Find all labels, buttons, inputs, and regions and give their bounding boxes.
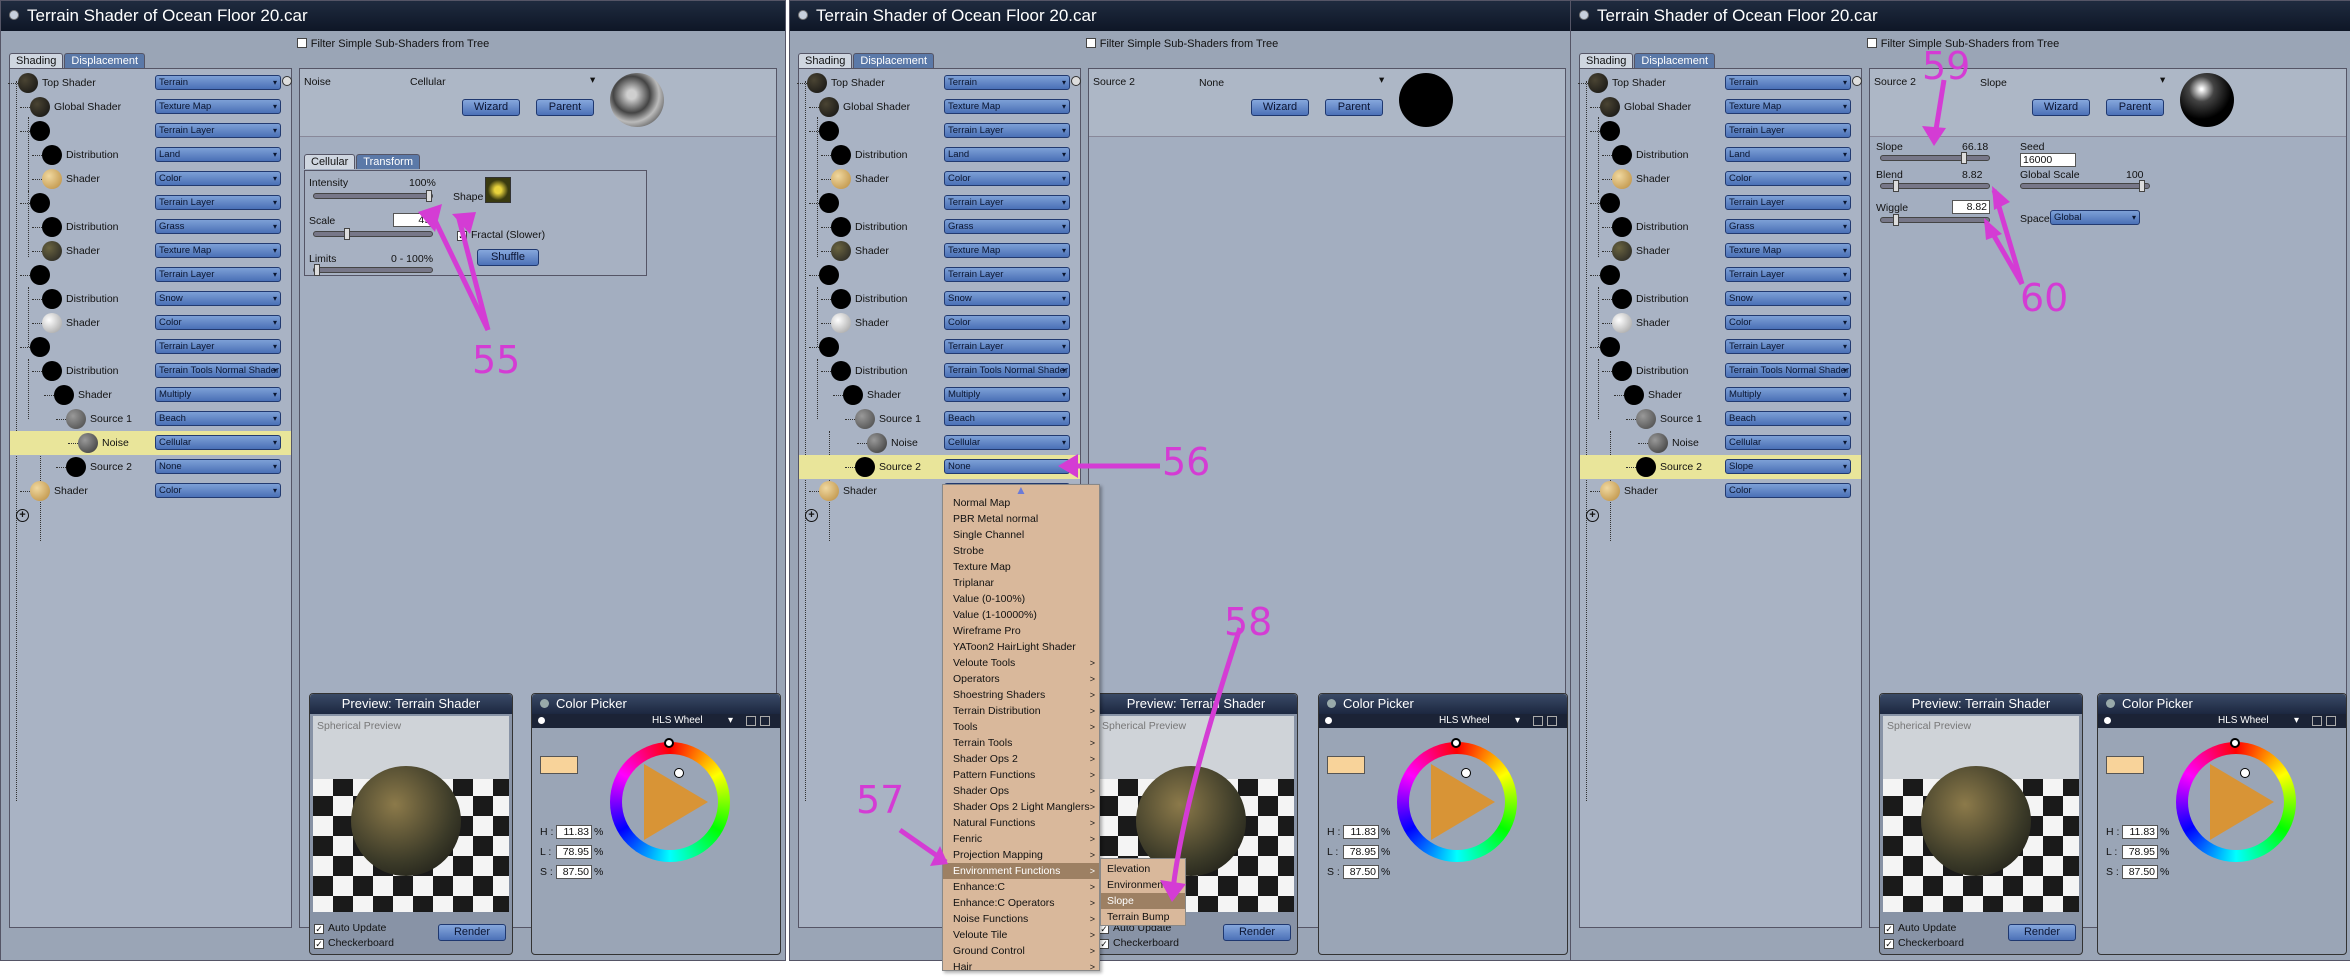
arrowhead-icon bbox=[930, 846, 948, 866]
arrowhead-icon bbox=[1992, 186, 2010, 210]
arrowhead-icon bbox=[1160, 880, 1186, 902]
arrowhead-icon bbox=[1922, 126, 1946, 146]
arrowhead-icon bbox=[1058, 454, 1078, 478]
annotation-arrow bbox=[1169, 627, 1243, 899]
annotation-arrows bbox=[418, 79, 2025, 902]
arrowhead-icon bbox=[1984, 218, 2002, 240]
